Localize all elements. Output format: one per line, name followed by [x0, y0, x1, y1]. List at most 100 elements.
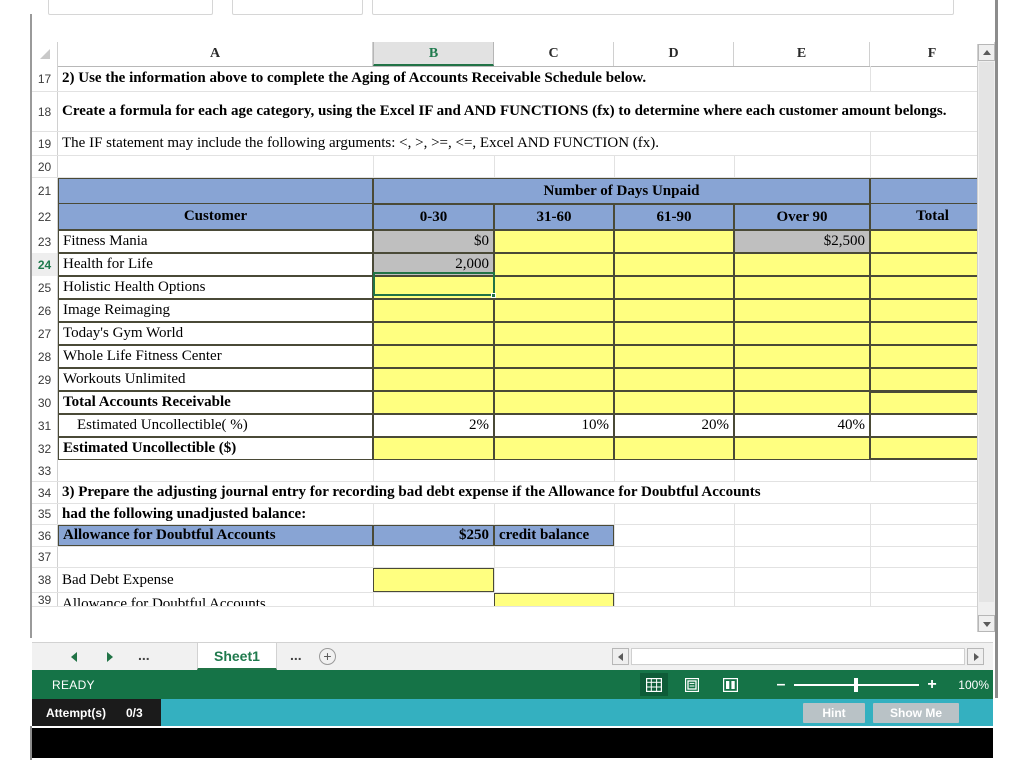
table-row[interactable]: 20	[32, 156, 995, 178]
table-row[interactable]: 28 Whole Life Fitness Center	[32, 345, 995, 368]
row-header-33[interactable]: 33	[32, 460, 58, 481]
normal-view-icon[interactable]	[640, 673, 668, 696]
cell-c23[interactable]	[494, 230, 614, 253]
cell-c31[interactable]: 10%	[494, 414, 614, 437]
cell-c26[interactable]	[494, 299, 614, 322]
cell-e28[interactable]	[734, 345, 870, 368]
cell-e27[interactable]	[734, 322, 870, 345]
table-row[interactable]: 34 3) Prepare the adjusting journal entr…	[32, 482, 995, 504]
cell-d25[interactable]	[614, 276, 734, 299]
page-break-preview-icon[interactable]	[716, 673, 744, 696]
table-row[interactable]: 25 Holistic Health Options	[32, 276, 995, 299]
table-row[interactable]: 23 Fitness Mania $0 $2,500	[32, 230, 995, 253]
table-row[interactable]: 30 Total Accounts Receivable	[32, 391, 995, 414]
row-header-32[interactable]: 32	[32, 437, 58, 460]
row-header-36[interactable]: 36	[32, 525, 58, 546]
cell-c25[interactable]	[494, 276, 614, 299]
cell-d31[interactable]: 20%	[614, 414, 734, 437]
table-row[interactable]: 17 2) Use the information above to compl…	[32, 66, 995, 92]
table-row[interactable]: 31 Estimated Uncollectible( %) 2% 10% 20…	[32, 414, 995, 437]
cell-b38[interactable]	[373, 568, 494, 592]
cell-a18[interactable]: Create a formula for each age category, …	[58, 92, 988, 131]
cell-e30[interactable]	[734, 391, 870, 414]
cell-c32[interactable]	[494, 437, 614, 460]
cell-b24[interactable]: 2,000	[373, 253, 494, 276]
cell-a35[interactable]: had the following unadjusted balance:	[58, 504, 373, 524]
cell-c36[interactable]: credit balance	[494, 525, 614, 546]
cell-d24[interactable]	[614, 253, 734, 276]
table-row[interactable]: 36 Allowance for Doubtful Accounts $250 …	[32, 525, 995, 547]
cell-b26[interactable]	[373, 299, 494, 322]
select-all-corner[interactable]	[32, 42, 58, 66]
cell-c28[interactable]	[494, 345, 614, 368]
scroll-up-button[interactable]	[978, 44, 995, 61]
row-header-18[interactable]: 18	[32, 92, 58, 131]
left-tab-ellipsis[interactable]: ...	[138, 647, 150, 663]
column-header-b[interactable]: B	[373, 42, 494, 66]
cell-a32[interactable]: Estimated Uncollectible ($)	[58, 437, 373, 460]
zoom-percent-label[interactable]: 100%	[947, 678, 989, 692]
column-header-e[interactable]: E	[734, 42, 870, 66]
scroll-right-button[interactable]	[967, 647, 984, 665]
zoom-out-button[interactable]: –	[774, 676, 788, 694]
row-header-22[interactable]: 22	[32, 204, 58, 230]
cell-a29[interactable]: Workouts Unlimited	[58, 368, 373, 391]
column-header-a[interactable]: A	[58, 42, 373, 66]
cell-d32[interactable]	[614, 437, 734, 460]
row-header-25[interactable]: 25	[32, 276, 58, 299]
row-header-34[interactable]: 34	[32, 482, 58, 503]
row-header-19[interactable]: 19	[32, 132, 58, 155]
table-row[interactable]: 22 Customer 0-30 31-60 61-90 Over 90 Tot…	[32, 204, 995, 230]
cell-c22-31-60[interactable]: 31-60	[494, 204, 614, 230]
table-row[interactable]: 39 Allowance for Doubtful Accounts	[32, 593, 995, 607]
cell-e22-over-90[interactable]: Over 90	[734, 204, 870, 230]
cell-b36[interactable]: $250	[373, 525, 494, 546]
cell-a24[interactable]: Health for Life	[58, 253, 373, 276]
cell-a22-customer[interactable]: Customer	[58, 204, 373, 230]
row-header-39[interactable]: 39	[32, 593, 58, 606]
zoom-in-button[interactable]: +	[925, 676, 939, 694]
previous-sheet-button[interactable]	[66, 649, 82, 665]
table-row[interactable]: 19 The IF statement may include the foll…	[32, 132, 995, 156]
cell-a27[interactable]: Today's Gym World	[58, 322, 373, 345]
cell-d27[interactable]	[614, 322, 734, 345]
row-header-30[interactable]: 30	[32, 391, 58, 414]
table-row[interactable]: 32 Estimated Uncollectible ($)	[32, 437, 995, 460]
cell-a36[interactable]: Allowance for Doubtful Accounts	[58, 525, 373, 546]
cell-a30[interactable]: Total Accounts Receivable	[58, 391, 373, 414]
scroll-down-button[interactable]	[978, 615, 995, 632]
cell-d22-61-90[interactable]: 61-90	[614, 204, 734, 230]
cell-b31[interactable]: 2%	[373, 414, 494, 437]
next-sheet-button[interactable]	[102, 649, 118, 665]
row-header-35[interactable]: 35	[32, 504, 58, 524]
cell-c27[interactable]	[494, 322, 614, 345]
column-header-c[interactable]: C	[494, 42, 614, 66]
table-row[interactable]: 21 Number of Days Unpaid	[32, 178, 995, 204]
cell-a39[interactable]: Allowance for Doubtful Accounts	[58, 593, 373, 607]
cell-b32[interactable]	[373, 437, 494, 460]
cell-b28[interactable]	[373, 345, 494, 368]
cell-b22-0-30[interactable]: 0-30	[373, 204, 494, 230]
table-row[interactable]: 24 Health for Life 2,000	[32, 253, 995, 276]
row-header-31[interactable]: 31	[32, 414, 58, 437]
cell-b21-merged-days-unpaid[interactable]: Number of Days Unpaid	[373, 178, 870, 204]
cell-e32[interactable]	[734, 437, 870, 460]
row-header-27[interactable]: 27	[32, 322, 58, 345]
row-header-24[interactable]: 24	[32, 253, 58, 276]
row-header-26[interactable]: 26	[32, 299, 58, 322]
cell-a21[interactable]	[58, 178, 373, 204]
table-row[interactable]: 37	[32, 547, 995, 568]
cell-c24[interactable]	[494, 253, 614, 276]
cell-b25[interactable]	[373, 276, 494, 299]
cell-b29[interactable]	[373, 368, 494, 391]
hint-button[interactable]: Hint	[803, 703, 865, 723]
cell-d28[interactable]	[614, 345, 734, 368]
cell-e23[interactable]: $2,500	[734, 230, 870, 253]
cell-a17[interactable]: 2) Use the information above to complete…	[58, 66, 958, 91]
row-header-21[interactable]: 21	[32, 178, 58, 204]
right-tab-ellipsis[interactable]: ...	[290, 647, 302, 663]
fill-handle[interactable]	[491, 293, 496, 298]
sheet-tab-sheet1[interactable]: Sheet1	[197, 643, 277, 670]
cell-a26[interactable]: Image Reimaging	[58, 299, 373, 322]
cell-a34[interactable]: 3) Prepare the adjusting journal entry f…	[58, 482, 968, 503]
